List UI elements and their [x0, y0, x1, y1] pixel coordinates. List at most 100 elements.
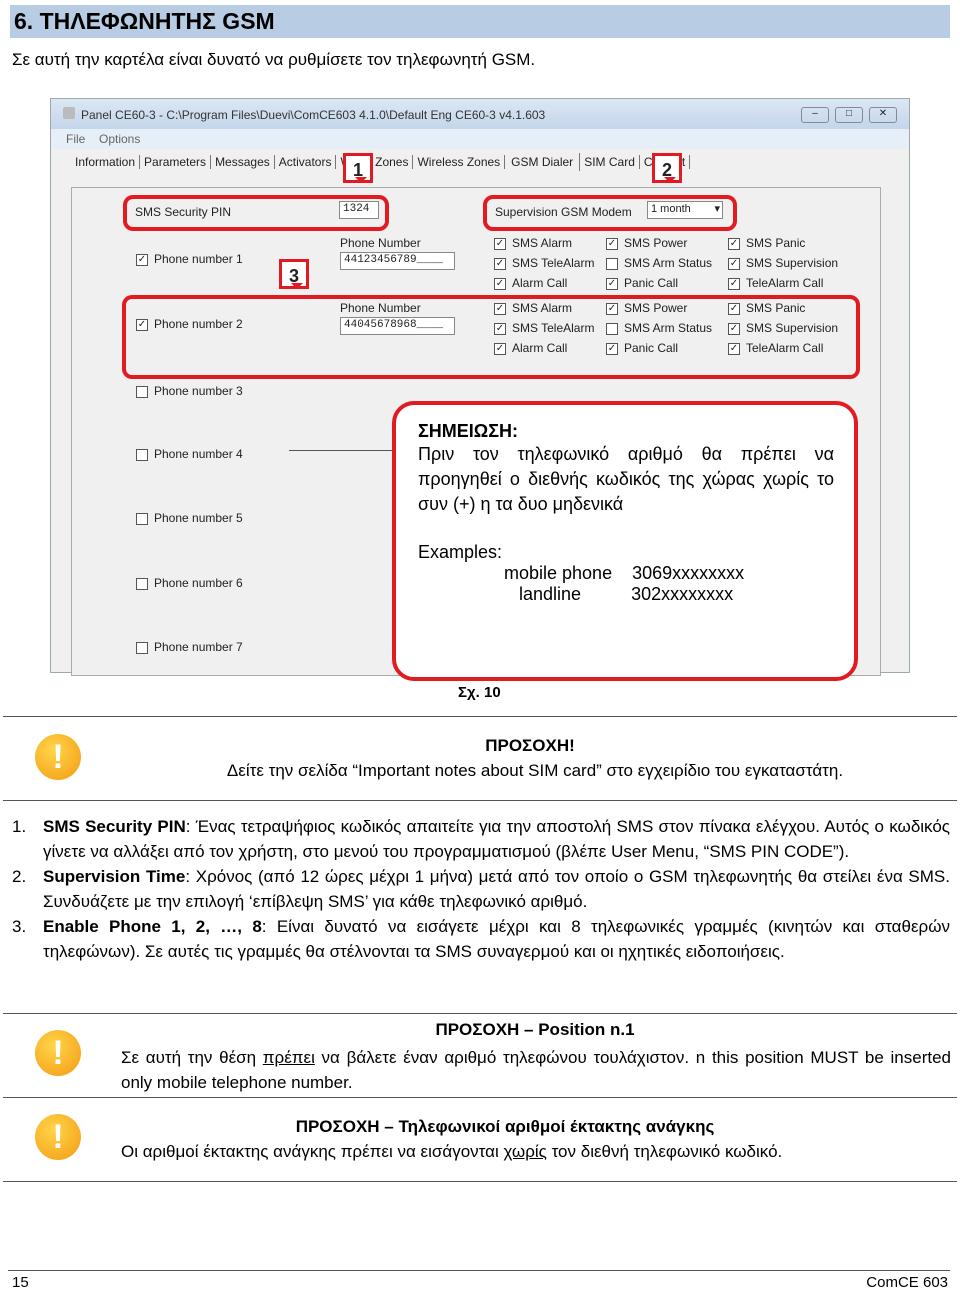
option-checkbox[interactable]: ✓ Alarm Call — [494, 276, 567, 290]
note-box: ΣΗΜΕΙΩΣΗ: Πριν τον τηλεφωνικό αριθμό θα … — [392, 401, 858, 681]
phone-number-input[interactable]: 44123456789____ — [340, 252, 455, 270]
phone-enable-4[interactable]: Phone number 4 — [136, 447, 243, 461]
divider — [3, 1097, 957, 1098]
tab-sim-card[interactable]: SIM Card — [580, 155, 640, 169]
tab-gsm-dialer[interactable]: GSM Dialer — [505, 153, 581, 171]
checkbox[interactable] — [136, 385, 148, 398]
option-label: SMS TeleAlarm — [512, 256, 595, 270]
warning3-text: Οι αριθμοί έκτακτης ανάγκης πρέπει να ει… — [121, 1142, 951, 1162]
warning-icon: ! — [35, 1030, 81, 1076]
list-term: SMS Security PIN — [43, 817, 186, 836]
checkbox[interactable]: ✓ — [494, 277, 506, 290]
checkbox[interactable] — [606, 257, 618, 270]
warning3-title: ΠΡΟΣΟΧΗ – Τηλεφωνικοί αριθμοί έκτακτης α… — [295, 1117, 715, 1136]
phone-enable-3[interactable]: Phone number 3 — [136, 384, 243, 398]
checkbox[interactable]: ✓ — [728, 277, 740, 290]
tab-messages[interactable]: Messages — [211, 155, 275, 169]
option-checkbox[interactable]: ✓ SMS Supervision — [728, 256, 838, 270]
note-text: Πριν τον τηλεφωνικό αριθμό θα πρέπει να … — [418, 444, 834, 514]
checkbox[interactable]: ✓ — [494, 257, 506, 270]
option-label: Panic Call — [624, 276, 679, 290]
tab-parameters[interactable]: Parameters — [140, 155, 212, 169]
divider — [3, 716, 957, 717]
page-number: 15 — [12, 1274, 29, 1291]
phone-enable-7[interactable]: Phone number 7 — [136, 640, 243, 654]
minimize-button[interactable]: – — [801, 107, 829, 123]
checkbox[interactable]: ✓ — [606, 237, 618, 250]
phone-enable-1[interactable]: ✓ Phone number 1 — [136, 252, 243, 266]
supervision-label: Supervision GSM Modem — [495, 205, 632, 219]
warning2-title: ΠΡΟΣΟΧΗ – Position n.1 — [435, 1020, 635, 1039]
option-label: Alarm Call — [512, 276, 568, 290]
option-label: TeleAlarm Call — [746, 276, 824, 290]
text: τον διεθνή τηλεφωνικό κωδικό. — [546, 1142, 783, 1161]
phone-label: Phone number 6 — [154, 576, 243, 590]
list-term: Supervision Time — [43, 867, 186, 886]
landline-value: 302xxxxxxxx — [631, 584, 734, 604]
checkbox[interactable]: ✓ — [728, 257, 740, 270]
callout-badge-1: 1 — [343, 153, 373, 183]
numbered-list: 1. SMS Security PIN: Ένας τετραψήφιος κωδ… — [12, 814, 950, 964]
checkbox[interactable]: ✓ — [494, 237, 506, 250]
menu-bar: File Options — [51, 129, 909, 149]
close-button[interactable]: ✕ — [869, 107, 897, 123]
option-checkbox[interactable]: ✓ SMS TeleAlarm — [494, 256, 594, 270]
option-label: SMS Power — [624, 236, 688, 250]
list-number: 3. — [12, 917, 27, 936]
emphasis: χωρίς — [503, 1142, 547, 1161]
option-checkbox[interactable]: ✓ SMS Alarm — [494, 236, 572, 250]
option-checkbox[interactable]: ✓ SMS Power — [606, 236, 687, 250]
checkbox[interactable]: ✓ — [606, 277, 618, 290]
option-checkbox[interactable]: ✓ TeleAlarm Call — [728, 276, 823, 290]
list-number: 1. — [12, 817, 27, 836]
mobile-label: mobile phone — [504, 563, 613, 583]
menu-options[interactable]: Options — [99, 132, 140, 146]
checkbox[interactable] — [136, 577, 148, 590]
list-number: 2. — [12, 867, 27, 886]
divider — [3, 1181, 957, 1182]
phone-label: Phone number 5 — [154, 511, 243, 525]
option-checkbox[interactable]: ✓ SMS Panic — [728, 236, 805, 250]
checkbox[interactable]: ✓ — [136, 253, 148, 266]
supervision-select[interactable]: 1 month ▾ — [647, 201, 723, 219]
checkbox[interactable] — [136, 448, 148, 461]
option-checkbox[interactable]: SMS Arm Status — [606, 256, 712, 270]
option-checkbox[interactable]: ✓ Panic Call — [606, 276, 678, 290]
list-item: 2. Supervision Time: Χρόνος (από 12 ώρες … — [12, 864, 950, 914]
tab-activators[interactable]: Activators — [274, 155, 337, 169]
note-examples: Examples: — [418, 542, 503, 562]
menu-file[interactable]: File — [66, 132, 85, 146]
checkbox[interactable] — [136, 641, 148, 654]
pin-label: SMS Security PIN — [135, 205, 232, 219]
tab-wireless-zones[interactable]: Wireless Zones — [413, 155, 506, 169]
warning2-text: Σε αυτή την θέση πρέπει να βάλετε έναν α… — [121, 1045, 951, 1095]
supervision-value: 1 month — [651, 203, 691, 215]
warning1-title: ΠΡΟΣΟΧΗ! — [485, 736, 575, 755]
option-label: SMS Supervision — [746, 256, 839, 270]
title-bar: Panel CE60-3 - C:\Program Files\Duevi\Co… — [51, 99, 909, 129]
phone-label: Phone number 1 — [154, 252, 243, 266]
checkbox[interactable]: ✓ — [728, 237, 740, 250]
tab-bar: Information Parameters Messages Activators W… — [71, 153, 691, 171]
figure-caption: Σχ. 10 — [458, 684, 501, 701]
pin-input[interactable]: 1324 — [339, 201, 379, 219]
emphasis: πρέπει — [262, 1048, 315, 1067]
list-item: 3. Enable Phone 1, 2, …, 8: Είναι δυνατό … — [12, 914, 950, 964]
phone-label: Phone number 3 — [154, 384, 243, 398]
option-label: SMS Arm Status — [624, 256, 713, 270]
phone-number-label: Phone Number — [340, 236, 421, 250]
product-name: ComCE 603 — [866, 1274, 948, 1291]
maximize-button[interactable]: □ — [835, 107, 863, 123]
note-title: ΣΗΜΕΙΩΣΗ: — [418, 421, 519, 441]
tab-information[interactable]: Information — [71, 155, 141, 169]
phone-enable-5[interactable]: Phone number 5 — [136, 511, 243, 525]
checkbox[interactable] — [136, 512, 148, 525]
option-label: SMS Panic — [746, 236, 806, 250]
example-mobile: mobile phone 3069xxxxxxxx — [504, 563, 834, 584]
divider — [3, 1013, 957, 1014]
phone-enable-6[interactable]: Phone number 6 — [136, 576, 243, 590]
warning1-text: Δείτε την σελίδα “Important notes about … — [226, 761, 844, 780]
phone-label: Phone number 4 — [154, 447, 243, 461]
phone-label: Phone number 7 — [154, 640, 243, 654]
window-title: Panel CE60-3 - C:\Program Files\Duevi\Co… — [81, 108, 546, 122]
